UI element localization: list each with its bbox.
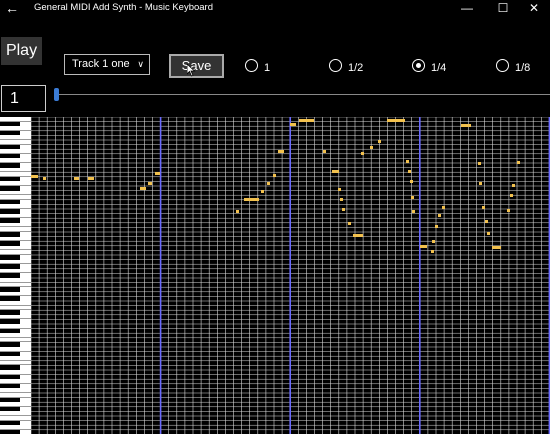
window-title: General MIDI Add Synth - Music Keyboard: [34, 2, 213, 13]
position-slider-thumb[interactable]: [54, 88, 59, 101]
play-button[interactable]: Play: [1, 37, 42, 65]
position-slider[interactable]: [57, 94, 550, 95]
note-block[interactable]: [435, 225, 438, 228]
close-icon[interactable]: ✕: [519, 0, 549, 16]
radio-circle: [329, 59, 342, 72]
note-block[interactable]: [261, 190, 264, 193]
note-block[interactable]: [492, 246, 501, 249]
note-block[interactable]: [420, 245, 427, 248]
note-block[interactable]: [410, 180, 413, 183]
note-block[interactable]: [485, 220, 488, 223]
track-select-value: Track 1 one: [72, 58, 130, 70]
note-block[interactable]: [442, 206, 445, 209]
note-block[interactable]: [31, 175, 38, 178]
note-block[interactable]: [370, 146, 373, 149]
note-block[interactable]: [507, 209, 510, 212]
maximize-icon[interactable]: ☐: [488, 0, 518, 16]
note-block[interactable]: [299, 119, 314, 122]
note-block[interactable]: [431, 250, 434, 253]
save-button[interactable]: Save: [169, 54, 224, 78]
radio-circle: [412, 59, 425, 72]
note-block[interactable]: [74, 177, 79, 180]
radio-label: 1/2: [348, 62, 364, 74]
note-block[interactable]: [479, 182, 482, 185]
note-block[interactable]: [155, 172, 160, 175]
note-block[interactable]: [411, 196, 414, 199]
note-block[interactable]: [338, 188, 341, 191]
radio-label: 1/8: [515, 62, 531, 74]
piano-black-key[interactable]: [0, 429, 20, 434]
note-block[interactable]: [406, 160, 409, 163]
note-block[interactable]: [387, 119, 405, 122]
title-bar: ← General MIDI Add Synth - Music Keyboar…: [0, 0, 550, 18]
note-block[interactable]: [290, 123, 296, 126]
note-block[interactable]: [510, 194, 513, 197]
back-arrow-icon[interactable]: ←: [5, 0, 19, 16]
note-block[interactable]: [43, 177, 46, 180]
radio-circle: [245, 59, 258, 72]
note-block[interactable]: [148, 182, 152, 185]
note-block[interactable]: [478, 162, 481, 165]
note-block[interactable]: [267, 182, 270, 185]
minimize-icon[interactable]: —: [452, 0, 482, 16]
note-block[interactable]: [353, 234, 363, 237]
note-block[interactable]: [378, 140, 381, 143]
track-select[interactable]: Track 1 one ∨: [64, 54, 150, 75]
note-block[interactable]: [332, 170, 339, 173]
note-block[interactable]: [348, 222, 351, 225]
note-block[interactable]: [236, 210, 239, 213]
note-block[interactable]: [340, 198, 343, 201]
note-block[interactable]: [412, 210, 415, 213]
note-block[interactable]: [432, 240, 435, 243]
note-block[interactable]: [487, 232, 490, 235]
note-block[interactable]: [408, 170, 411, 173]
note-block[interactable]: [140, 187, 146, 190]
mouse-cursor-icon: [187, 64, 196, 77]
chevron-down-icon: ∨: [137, 59, 144, 69]
note-block[interactable]: [278, 150, 284, 153]
note-block[interactable]: [461, 124, 471, 127]
radio-circle: [496, 59, 509, 72]
note-block[interactable]: [323, 150, 326, 153]
note-block[interactable]: [273, 174, 276, 177]
note-block[interactable]: [361, 152, 364, 155]
note-block[interactable]: [438, 214, 441, 217]
measure-input[interactable]: 1: [1, 85, 46, 112]
note-block[interactable]: [512, 184, 515, 187]
piano-keyboard[interactable]: [0, 117, 31, 434]
radio-label: 1/4: [431, 62, 447, 74]
note-block[interactable]: [482, 206, 485, 209]
note-block[interactable]: [342, 208, 345, 211]
piano-roll-grid[interactable]: [31, 117, 550, 434]
note-block[interactable]: [244, 198, 259, 201]
radio-label: 1: [264, 62, 271, 74]
note-block[interactable]: [517, 161, 520, 164]
note-block[interactable]: [88, 177, 94, 180]
